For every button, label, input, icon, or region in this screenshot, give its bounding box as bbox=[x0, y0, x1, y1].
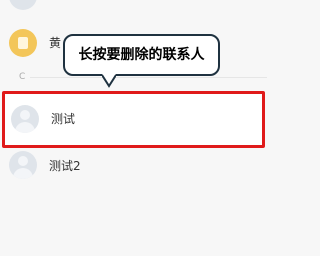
contact-row-test2[interactable]: 测试2 bbox=[0, 142, 267, 188]
avatar bbox=[9, 0, 37, 10]
default-user-icon bbox=[11, 105, 39, 133]
section-letter: C bbox=[19, 72, 26, 82]
contact-name: 黄 bbox=[49, 36, 62, 50]
highlighted-contact-row[interactable]: 测试 bbox=[2, 91, 265, 148]
contact-name: 测试 bbox=[51, 112, 76, 126]
contact-name: 测试2 bbox=[49, 159, 81, 173]
default-user-icon bbox=[9, 151, 37, 179]
instruction-tooltip: 长按要删除的联系人 bbox=[63, 34, 220, 76]
yellow-avatar-icon bbox=[9, 29, 37, 57]
tooltip-arrow-icon bbox=[102, 74, 116, 88]
section-divider bbox=[30, 77, 267, 78]
